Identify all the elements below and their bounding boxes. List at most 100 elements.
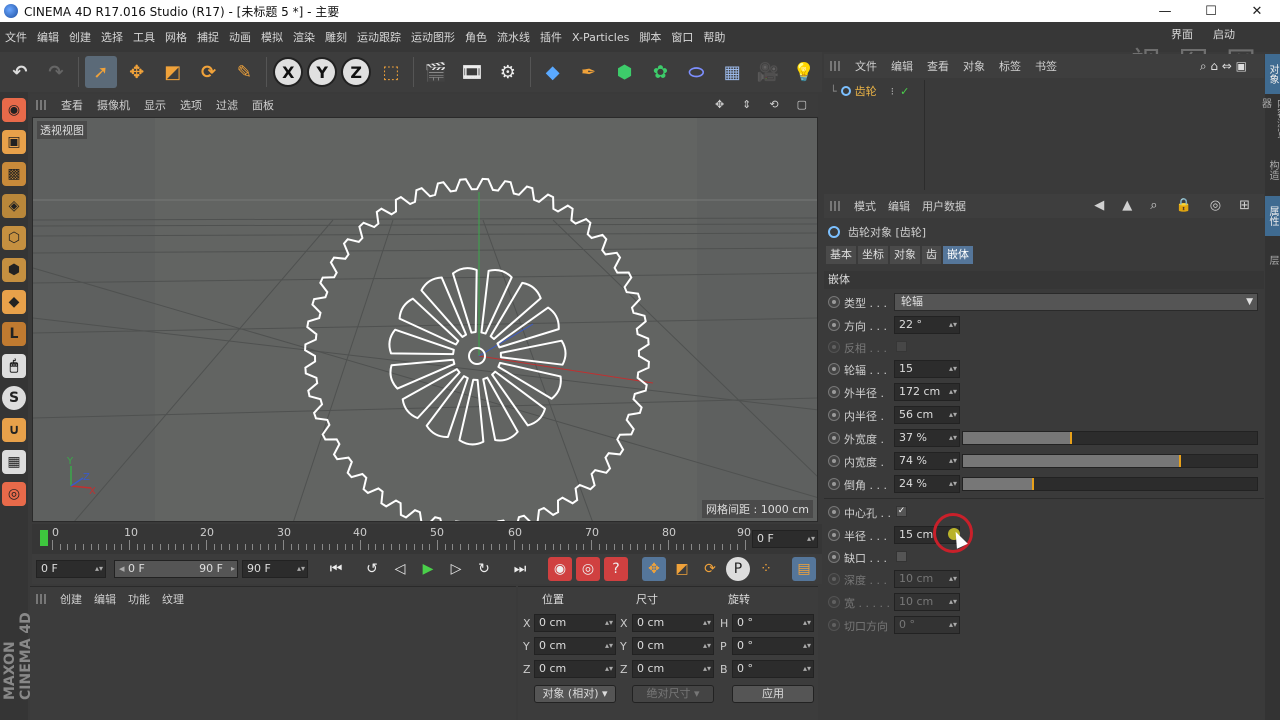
workplane-lock-icon[interactable]: ◎ [2, 482, 26, 506]
menu-sculpt[interactable]: 雕刻 [320, 29, 352, 45]
key-position-icon[interactable]: ✥ [642, 557, 666, 581]
center-hole-checkbox[interactable]: ✓ [896, 506, 907, 517]
auto-key-icon[interactable]: ◎ [576, 557, 600, 581]
menu-pipeline[interactable]: 流水线 [492, 29, 535, 45]
search-icon[interactable]: ⌕ [1144, 198, 1163, 213]
animate-radio[interactable] [828, 506, 840, 518]
om-menu-objects[interactable]: 对象 [956, 58, 992, 74]
viewport-menu-view[interactable]: 查看 [54, 97, 90, 113]
tweak-mode-icon[interactable]: 🖱 [2, 354, 26, 378]
zoom-icon[interactable]: ⇕ [735, 98, 758, 111]
material-menu-texture[interactable]: 纹理 [156, 591, 190, 607]
x-axis-lock-button[interactable]: X [273, 57, 304, 87]
menu-help[interactable]: 帮助 [698, 29, 730, 45]
search-icon[interactable]: ⌕ ⌂ ⇔ ▣ [1193, 59, 1254, 74]
inner-width-field[interactable]: 74 % ▴▾ [894, 452, 960, 470]
edges-mode-icon[interactable]: ⬢ [2, 258, 26, 282]
panel-grip[interactable] [36, 594, 48, 604]
spokes-field[interactable]: 15 ▴▾ [894, 360, 960, 378]
key-scale-icon[interactable]: ◩ [670, 557, 694, 581]
inner-width-slider[interactable] [962, 454, 1258, 468]
lock-icon[interactable]: 🔒 [1170, 198, 1198, 213]
coordinate-mode-dropdown[interactable]: 对象 (相对) ▾ [534, 685, 616, 703]
floor-icon[interactable]: ▦ [716, 56, 748, 88]
toggle-view-icon[interactable]: ▢ [790, 98, 814, 111]
animate-radio[interactable] [828, 386, 840, 398]
inner-radius-field[interactable]: 56 cm ▴▾ [894, 406, 960, 424]
render-picture-viewer-icon[interactable]: 🎞 [456, 56, 488, 88]
om-menu-view[interactable]: 查看 [920, 58, 956, 74]
am-menu-edit[interactable]: 编辑 [882, 198, 916, 214]
start-frame-field[interactable]: 0 F ▴▾ [36, 560, 106, 578]
tab-coord[interactable]: 坐标 [858, 246, 888, 264]
om-menu-edit[interactable]: 编辑 [884, 58, 920, 74]
outer-width-slider[interactable] [962, 431, 1258, 445]
y-axis-lock-button[interactable]: Y [307, 57, 338, 87]
viewport-menu-options[interactable]: 选项 [173, 97, 209, 113]
bevel-field[interactable]: 24 % ▴▾ [894, 475, 960, 493]
panel-grip[interactable] [830, 61, 842, 71]
tab-object[interactable]: 对象 [890, 246, 920, 264]
panel-grip[interactable] [36, 100, 48, 110]
menu-motion-tracking[interactable]: 运动跟踪 [352, 29, 406, 45]
rotation-h-field[interactable]: 0 ° ▴▾ [732, 614, 814, 632]
size-y-field[interactable]: 0 cm ▴▾ [632, 637, 714, 655]
menu-x-particles[interactable]: X-Particles [567, 31, 634, 44]
go-to-end-icon[interactable]: ⏭ [508, 557, 532, 581]
depth-field[interactable]: 10 cm ▴▾ [894, 570, 960, 588]
make-editable-icon[interactable]: ◉ [2, 98, 26, 122]
menu-character[interactable]: 角色 [460, 29, 492, 45]
next-frame-icon[interactable]: ▷ [444, 557, 468, 581]
animate-radio[interactable] [828, 409, 840, 421]
back-arrow-icon[interactable]: ◀ [1088, 198, 1110, 213]
rotate-icon[interactable]: ⟳ [193, 56, 225, 88]
tab-objects[interactable]: 对象 [1265, 54, 1280, 94]
menu-file[interactable]: 文件 [0, 29, 32, 45]
minimize-button[interactable]: — [1142, 0, 1188, 22]
frame-range-slider[interactable]: ◂ 0 F 90 F ▸ [114, 560, 238, 578]
rotation-p-field[interactable]: 0 ° ▴▾ [732, 637, 814, 655]
animate-radio[interactable] [828, 529, 840, 541]
menu-simulate[interactable]: 模拟 [256, 29, 288, 45]
end-frame-field[interactable]: 90 F ▴▾ [242, 560, 308, 578]
tab-teeth[interactable]: 齿 [922, 246, 941, 264]
animate-radio[interactable] [828, 619, 840, 631]
close-button[interactable]: ✕ [1234, 0, 1280, 22]
visibility-dots-icon[interactable]: ⁝ [891, 85, 895, 98]
menu-tools[interactable]: 工具 [128, 29, 160, 45]
current-frame-field[interactable]: 0 F ▴▾ [752, 530, 818, 548]
timeline-window-icon[interactable]: ▤ [792, 557, 816, 581]
up-arrow-icon[interactable]: ▲ [1116, 198, 1138, 213]
menu-script[interactable]: 脚本 [634, 29, 666, 45]
cut-direction-field[interactable]: 0 ° ▴▾ [894, 616, 960, 634]
type-dropdown[interactable]: 轮辐 ▼ [894, 293, 1258, 311]
size-z-field[interactable]: 0 cm ▴▾ [632, 660, 714, 678]
previous-key-icon[interactable]: ↺ [360, 557, 384, 581]
cube-icon[interactable]: ◆ [537, 56, 569, 88]
scale-icon[interactable]: ◩ [157, 56, 189, 88]
undo-icon[interactable]: ↶ [4, 56, 36, 88]
menu-animate[interactable]: 动画 [224, 29, 256, 45]
playhead[interactable] [40, 530, 48, 546]
record-keys-icon[interactable]: ◉ [548, 557, 572, 581]
om-menu-bookmarks[interactable]: 书签 [1028, 58, 1064, 74]
key-rotation-icon[interactable]: ⟳ [698, 557, 722, 581]
subdivision-icon[interactable]: ⬢ [609, 56, 641, 88]
position-y-field[interactable]: 0 cm ▴▾ [534, 637, 616, 655]
pan-icon[interactable]: ✥ [708, 98, 731, 111]
rotation-b-field[interactable]: 0 ° ▴▾ [732, 660, 814, 678]
magnet-icon[interactable]: ∪ [2, 418, 26, 442]
menu-plugins[interactable]: 插件 [535, 29, 567, 45]
cloner-icon[interactable]: ✿ [644, 56, 676, 88]
panel-grip[interactable] [830, 201, 842, 211]
key-point-level-icon[interactable]: ⁘ [754, 557, 778, 581]
perspective-viewport[interactable]: Y Z X 透视视图 网格间距 : 1000 cm [32, 117, 818, 522]
tab-structure[interactable]: 构造 [1265, 150, 1280, 190]
om-menu-tags[interactable]: 标签 [992, 58, 1028, 74]
animate-radio[interactable] [828, 455, 840, 467]
size-x-field[interactable]: 0 cm ▴▾ [632, 614, 714, 632]
direction-field[interactable]: 22 ° ▴▾ [894, 316, 960, 334]
target-icon[interactable]: ◎ [1204, 198, 1227, 213]
outer-radius-field[interactable]: 172 cm ▴▾ [894, 383, 960, 401]
animate-radio[interactable] [828, 551, 840, 563]
